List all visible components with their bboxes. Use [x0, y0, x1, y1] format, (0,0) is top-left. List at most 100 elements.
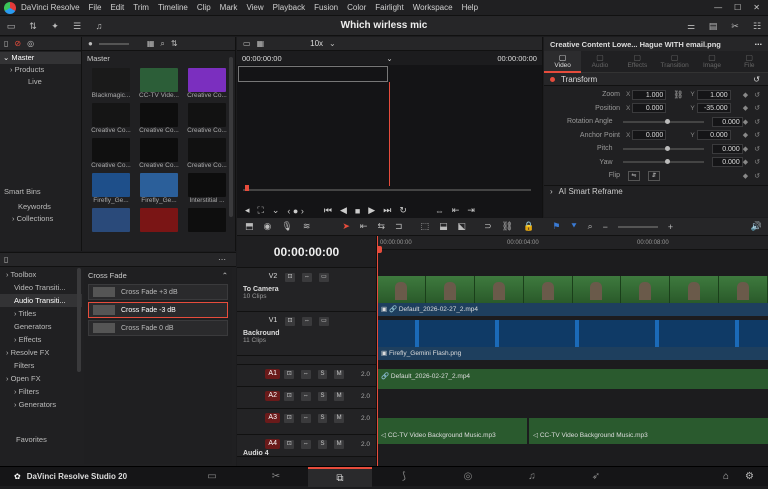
page-deliver-icon[interactable]: ➶	[564, 467, 628, 487]
settings-icon[interactable]: ⚙	[745, 471, 754, 482]
mic-icon[interactable]: 🎙	[281, 221, 292, 232]
transform-header[interactable]: Transform ↺	[544, 73, 768, 86]
value-field[interactable]: 0.000	[711, 157, 743, 168]
first-frame-icon[interactable]: ⏮	[324, 205, 332, 216]
playhead-line[interactable]	[377, 236, 378, 466]
value-field[interactable]: 0.000	[711, 116, 743, 127]
effects-tree-scrollbar[interactable]	[77, 268, 81, 372]
voice-icon[interactable]: ≋	[303, 221, 311, 232]
reset-icon[interactable]: ↺	[754, 118, 760, 126]
replace-icon[interactable]: ⬕	[458, 221, 467, 232]
chevron-down-icon[interactable]: ⌄	[329, 39, 336, 48]
media-clip[interactable]: Firefly_Ge...	[88, 173, 134, 204]
solo-button[interactable]: S	[317, 413, 328, 423]
media-clip[interactable]: Creative Co...	[88, 138, 134, 169]
menu-trim[interactable]: Trim	[133, 3, 149, 12]
last-frame-icon[interactable]: ⏭	[383, 205, 391, 216]
overwrite-icon[interactable]: ⬓	[439, 221, 448, 232]
media-clip[interactable]: Creative Co...	[184, 103, 230, 134]
mark-out-icon[interactable]: ⇥	[467, 205, 475, 216]
auto-select-icon[interactable]: ⇔	[301, 413, 311, 423]
tree-master[interactable]: ⌄ Master	[0, 52, 81, 64]
effects-menu-icon[interactable]: ⋯	[218, 255, 226, 264]
page-media-icon[interactable]: ▭	[180, 467, 244, 487]
mute-button[interactable]: M	[334, 369, 344, 379]
reset-icon[interactable]: ↺	[754, 91, 760, 99]
track-id[interactable]: A2	[265, 391, 281, 401]
tree-live[interactable]: Live	[0, 76, 81, 88]
media-clip[interactable]: Blackmagic...	[88, 68, 134, 99]
menu-fusion[interactable]: Fusion	[314, 3, 338, 12]
timeline-ruler[interactable]: 00:00:00:00 00:00:04:00 00:00:08:00	[377, 236, 768, 250]
inspector-menu-icon[interactable]: ⋯	[755, 40, 763, 49]
match-frame-icon[interactable]: ⇔	[435, 206, 444, 216]
effects-tree-item[interactable]: › Effects	[0, 333, 82, 346]
enable-dot-icon[interactable]	[550, 76, 555, 82]
zoom-dot-icon[interactable]: ●	[88, 39, 93, 48]
inspector-tab-video[interactable]: ▢ Video	[544, 50, 582, 73]
value-slider[interactable]	[622, 118, 704, 124]
keyframe-icon[interactable]: ◆	[743, 118, 748, 126]
auto-select-icon[interactable]: ⇔	[302, 272, 312, 282]
track-id[interactable]: V2	[265, 272, 281, 282]
smart-reframe-header[interactable]: › AI Smart Reframe	[544, 184, 768, 198]
audio-menu-icon[interactable]: ◂	[245, 205, 250, 216]
reset-icon[interactable]: ↺	[754, 145, 760, 153]
media-clip[interactable]	[184, 208, 230, 232]
media-clip[interactable]: Creative Co...	[184, 68, 230, 99]
minimize-icon[interactable]: —	[714, 3, 722, 12]
track-name[interactable]: Audio 4	[243, 450, 370, 457]
menu-timeline[interactable]: Timeline	[158, 3, 188, 12]
media-clip[interactable]: Creative Co...	[184, 138, 230, 169]
media-clip[interactable]: Creative Co...	[88, 103, 134, 134]
x-value-field[interactable]: 0.000	[632, 130, 667, 141]
viewer-layout-icon[interactable]: ▭	[243, 39, 251, 48]
lock-track-icon[interactable]: ⊡	[284, 413, 295, 423]
track-enable-icon[interactable]: ▭	[319, 272, 329, 282]
inspector-tab-transition[interactable]: ▢ Transition	[656, 51, 693, 73]
menu-fairlight[interactable]: Fairlight	[375, 3, 403, 12]
trim-tool-icon[interactable]: ⇤	[360, 221, 368, 232]
cross-fade-item[interactable]: Cross Fade +3 dB	[88, 284, 228, 300]
link-view-icon[interactable]: ◉	[264, 221, 272, 232]
keyframe-icon[interactable]: ◆	[743, 91, 748, 99]
track-id[interactable]: A4	[265, 439, 281, 449]
y-value-field[interactable]: 0.000	[696, 130, 731, 141]
y-value-field[interactable]: -35.000	[696, 103, 731, 114]
track-name[interactable]: To Camera	[243, 286, 370, 293]
slider-knob[interactable]	[664, 145, 670, 151]
y-value-field[interactable]: 1.000	[696, 89, 731, 100]
menu-workspace[interactable]: Workspace	[413, 3, 453, 12]
viewer-grid-icon[interactable]: ▦	[257, 39, 265, 48]
x-value-field[interactable]: 0.000	[632, 103, 667, 114]
keyframe-icon[interactable]: ◆	[743, 172, 748, 180]
keyframe-icon[interactable]: ◆	[743, 158, 748, 166]
effects-tree-item[interactable]: › Titles	[0, 307, 82, 320]
zoom-slider[interactable]	[617, 225, 658, 228]
inspector-tab-file[interactable]: ▢ File	[731, 51, 768, 73]
auto-select-icon[interactable]: ⇔	[301, 391, 311, 401]
menu-edit[interactable]: Edit	[110, 3, 124, 12]
panel-toggle-icon[interactable]: ▯	[4, 39, 8, 48]
search-icon[interactable]: ⌕	[160, 39, 164, 49]
cross-fade-item[interactable]: Cross Fade 0 dB	[88, 320, 228, 336]
effects-tree-item[interactable]: › Open FX	[0, 372, 82, 385]
edit-mode-icon[interactable]: ⛶	[258, 205, 264, 216]
media-clip[interactable]: Creative Co...	[136, 103, 182, 134]
inspector-tab-effects[interactable]: ▢ Effects	[619, 51, 656, 73]
favorites-label[interactable]: Favorites	[16, 434, 47, 446]
effects-tree-item[interactable]: Video Transiti...	[0, 281, 82, 294]
mark-in-icon[interactable]: ⇤	[452, 205, 460, 216]
effects-panel-toggle-icon[interactable]: ▯	[4, 255, 8, 264]
menu-help[interactable]: Help	[462, 3, 478, 12]
solo-button[interactable]: S	[317, 439, 328, 449]
slider-knob[interactable]	[664, 159, 670, 165]
media-clip[interactable]: Creative Co...	[136, 138, 182, 169]
jog-icon[interactable]: ‹ ● ›	[287, 206, 303, 216]
mute-button[interactable]: M	[334, 391, 344, 401]
effects-tree-item[interactable]: Generators	[0, 320, 82, 333]
auto-select-icon[interactable]: ⇔	[301, 439, 311, 449]
effects-tree-item[interactable]: Audio Transiti...	[0, 294, 82, 307]
track-id[interactable]: A3	[265, 413, 281, 423]
viewer-playhead-marker[interactable]	[245, 185, 249, 191]
